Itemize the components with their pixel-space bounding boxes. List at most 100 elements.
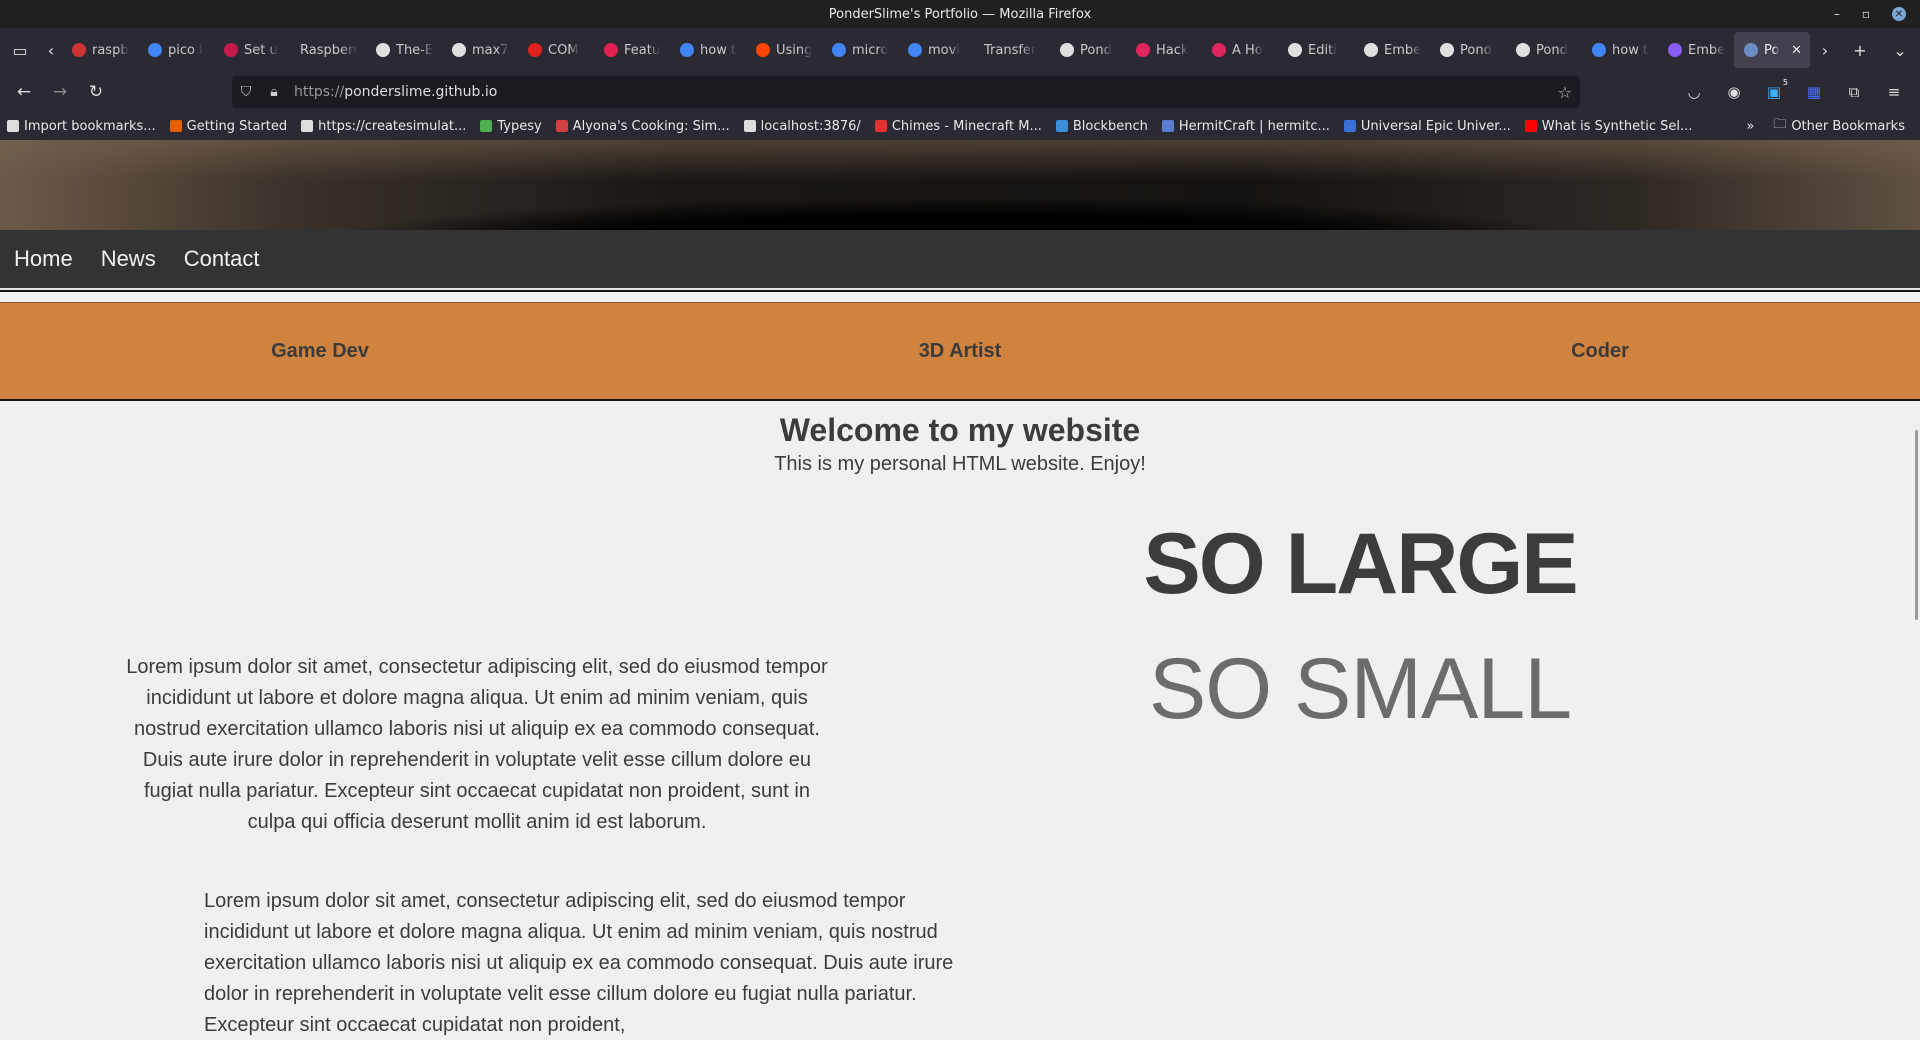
tab-label: The-E	[396, 42, 434, 58]
browser-tab[interactable]: Pond	[1430, 32, 1506, 68]
page-scrollbar[interactable]	[1915, 430, 1918, 620]
url-text[interactable]: https://ponderslime.github.io	[294, 84, 497, 100]
bookmark-item[interactable]: What is Synthetic Sel...	[1518, 119, 1700, 134]
browser-tab[interactable]: micro	[822, 32, 898, 68]
close-icon[interactable]: ✕	[1791, 43, 1802, 58]
tab-label: Transfer	[984, 42, 1037, 58]
browser-tab[interactable]: Embe	[1658, 32, 1734, 68]
bookmarks-overflow-icon[interactable]: »	[1746, 119, 1754, 134]
tab-favicon-icon	[528, 43, 542, 57]
browser-tab[interactable]: how t	[1582, 32, 1658, 68]
tab-bar: ▭ ‹ raspb pico l Set u Raspberr The-E max7 COM…	[0, 28, 1920, 72]
reload-icon[interactable]: ↻	[78, 76, 114, 108]
browser-tab[interactable]: how t	[670, 32, 746, 68]
divider	[0, 290, 1920, 292]
browser-tab[interactable]: Hack	[1126, 32, 1202, 68]
new-tab-icon[interactable]: +	[1840, 41, 1880, 60]
browser-tab[interactable]: Using	[746, 32, 822, 68]
bookmark-label: Alyona's Cooking: Sim...	[572, 118, 730, 134]
browser-tab[interactable]: raspb	[62, 32, 138, 68]
url-bar[interactable]: ⛉ 🔒︎ https://ponderslime.github.io ☆	[232, 76, 1580, 108]
lorem-paragraph-centered: Lorem ipsum dolor sit amet, consectetur …	[126, 656, 828, 833]
browser-tab[interactable]: pico l	[138, 32, 214, 68]
bookmark-item[interactable]: Import bookmarks...	[0, 119, 163, 134]
tab-favicon-icon	[1744, 43, 1758, 57]
forward-icon[interactable]: →	[42, 76, 78, 108]
navigation-toolbar: ← → ↻ ⛉ 🔒︎ https://ponderslime.github.io…	[0, 72, 1920, 112]
bookmark-item[interactable]: localhost:3876/	[737, 119, 868, 134]
bookmark-item[interactable]: Getting Started	[163, 119, 295, 134]
bookmark-label: localhost:3876/	[760, 118, 861, 134]
tab-favicon-icon	[1060, 43, 1074, 57]
tab-favicon-icon	[680, 43, 694, 57]
grid-extension-icon[interactable]: ▦	[1796, 76, 1832, 108]
bookmark-label: Blockbench	[1072, 118, 1148, 134]
nav-news-link[interactable]: News	[87, 246, 170, 272]
tab-label: Hack	[1156, 42, 1189, 58]
other-bookmarks[interactable]: 🗀︎ Other Bookmarks	[1766, 115, 1912, 137]
bookmark-item[interactable]: Blockbench	[1049, 119, 1155, 134]
tab-label: Embe	[1384, 42, 1422, 58]
browser-tab[interactable]: Transfer	[974, 32, 1050, 68]
bookmark-item[interactable]: Alyona's Cooking: Sim...	[549, 119, 737, 134]
bookmark-item[interactable]: Chimes - Minecraft M...	[868, 119, 1049, 134]
extension-icon[interactable]: ⧉	[1836, 76, 1872, 108]
bookmark-item[interactable]: Typesy	[473, 119, 548, 134]
browser-tab[interactable]: Editi	[1278, 32, 1354, 68]
browser-tab[interactable]: max7	[442, 32, 518, 68]
tab-label: Pond	[1080, 42, 1112, 58]
tab-label: movi	[928, 42, 960, 58]
bookmark-label: Universal Epic Univer...	[1360, 118, 1511, 134]
role-game-dev: Game Dev	[271, 339, 369, 362]
tab-list-icon[interactable]: ▭	[0, 41, 40, 60]
bookmark-item[interactable]: https://createsimulat...	[294, 119, 473, 134]
tab-favicon-icon	[604, 43, 618, 57]
browser-tab[interactable]: Set u	[214, 32, 290, 68]
scroll-tabs-right-icon[interactable]: ›	[1810, 41, 1840, 60]
tab-label: COM	[548, 42, 579, 58]
account-icon[interactable]: ◉	[1716, 76, 1752, 108]
welcome-subtitle: This is my personal HTML website. Enjoy!	[774, 453, 1146, 475]
minimize-button[interactable]: –	[1834, 7, 1840, 21]
nav-home-link[interactable]: Home	[0, 246, 87, 272]
tab-favicon-icon	[452, 43, 466, 57]
extension-badge-icon[interactable]: ▣ 5	[1756, 76, 1792, 108]
browser-tab[interactable]: Po ✕	[1734, 32, 1810, 68]
browser-tab[interactable]: A Ho	[1202, 32, 1278, 68]
tab-label: how t	[1612, 42, 1649, 58]
pocket-icon[interactable]: ◡	[1676, 76, 1712, 108]
maximize-button[interactable]: ▫	[1862, 7, 1870, 21]
bookmark-favicon-icon	[1343, 120, 1356, 132]
tab-favicon-icon	[1592, 43, 1606, 57]
browser-tab[interactable]: Pond	[1506, 32, 1582, 68]
lorem-paragraph-left: Lorem ipsum dolor sit amet, consectetur …	[204, 890, 954, 1036]
bookmark-label: Getting Started	[186, 118, 288, 134]
bookmark-favicon-icon	[480, 120, 493, 132]
nav-contact-link[interactable]: Contact	[170, 246, 274, 272]
tab-favicon-icon	[756, 43, 770, 57]
tab-favicon-icon	[1440, 43, 1454, 57]
star-icon[interactable]: ☆	[1558, 83, 1572, 102]
bookmark-item[interactable]: Universal Epic Univer...	[1337, 119, 1518, 134]
back-icon[interactable]: ←	[6, 76, 42, 108]
browser-tab[interactable]: Raspberr	[290, 32, 366, 68]
menu-icon[interactable]: ≡	[1876, 76, 1912, 108]
scroll-tabs-left-icon[interactable]: ‹	[40, 41, 62, 60]
browser-tab[interactable]: Pond	[1050, 32, 1126, 68]
browser-tab[interactable]: Featu	[594, 32, 670, 68]
chevron-down-icon[interactable]: ⌄	[1880, 41, 1920, 60]
tab-favicon-icon	[1288, 43, 1302, 57]
bookmarks-right: » 🗀︎ Other Bookmarks	[1746, 115, 1912, 137]
role-3d-artist: 3D Artist	[918, 339, 1002, 362]
bookmark-favicon-icon	[1524, 120, 1537, 132]
window-close-button[interactable]: ✕	[1892, 7, 1906, 21]
browser-tab[interactable]: COM	[518, 32, 594, 68]
browser-tab[interactable]: Embe	[1354, 32, 1430, 68]
browser-tab[interactable]: movi	[898, 32, 974, 68]
role-coder: Coder	[1571, 339, 1629, 362]
bookmark-item[interactable]: HermitCraft | hermitc...	[1155, 119, 1337, 134]
browser-tab[interactable]: The-E	[366, 32, 442, 68]
bookmarks-toolbar: Import bookmarks... Getting Started https:…	[0, 112, 1920, 140]
lock-icon[interactable]: 🔒︎	[260, 84, 288, 100]
shield-icon[interactable]: ⛉	[232, 84, 260, 100]
